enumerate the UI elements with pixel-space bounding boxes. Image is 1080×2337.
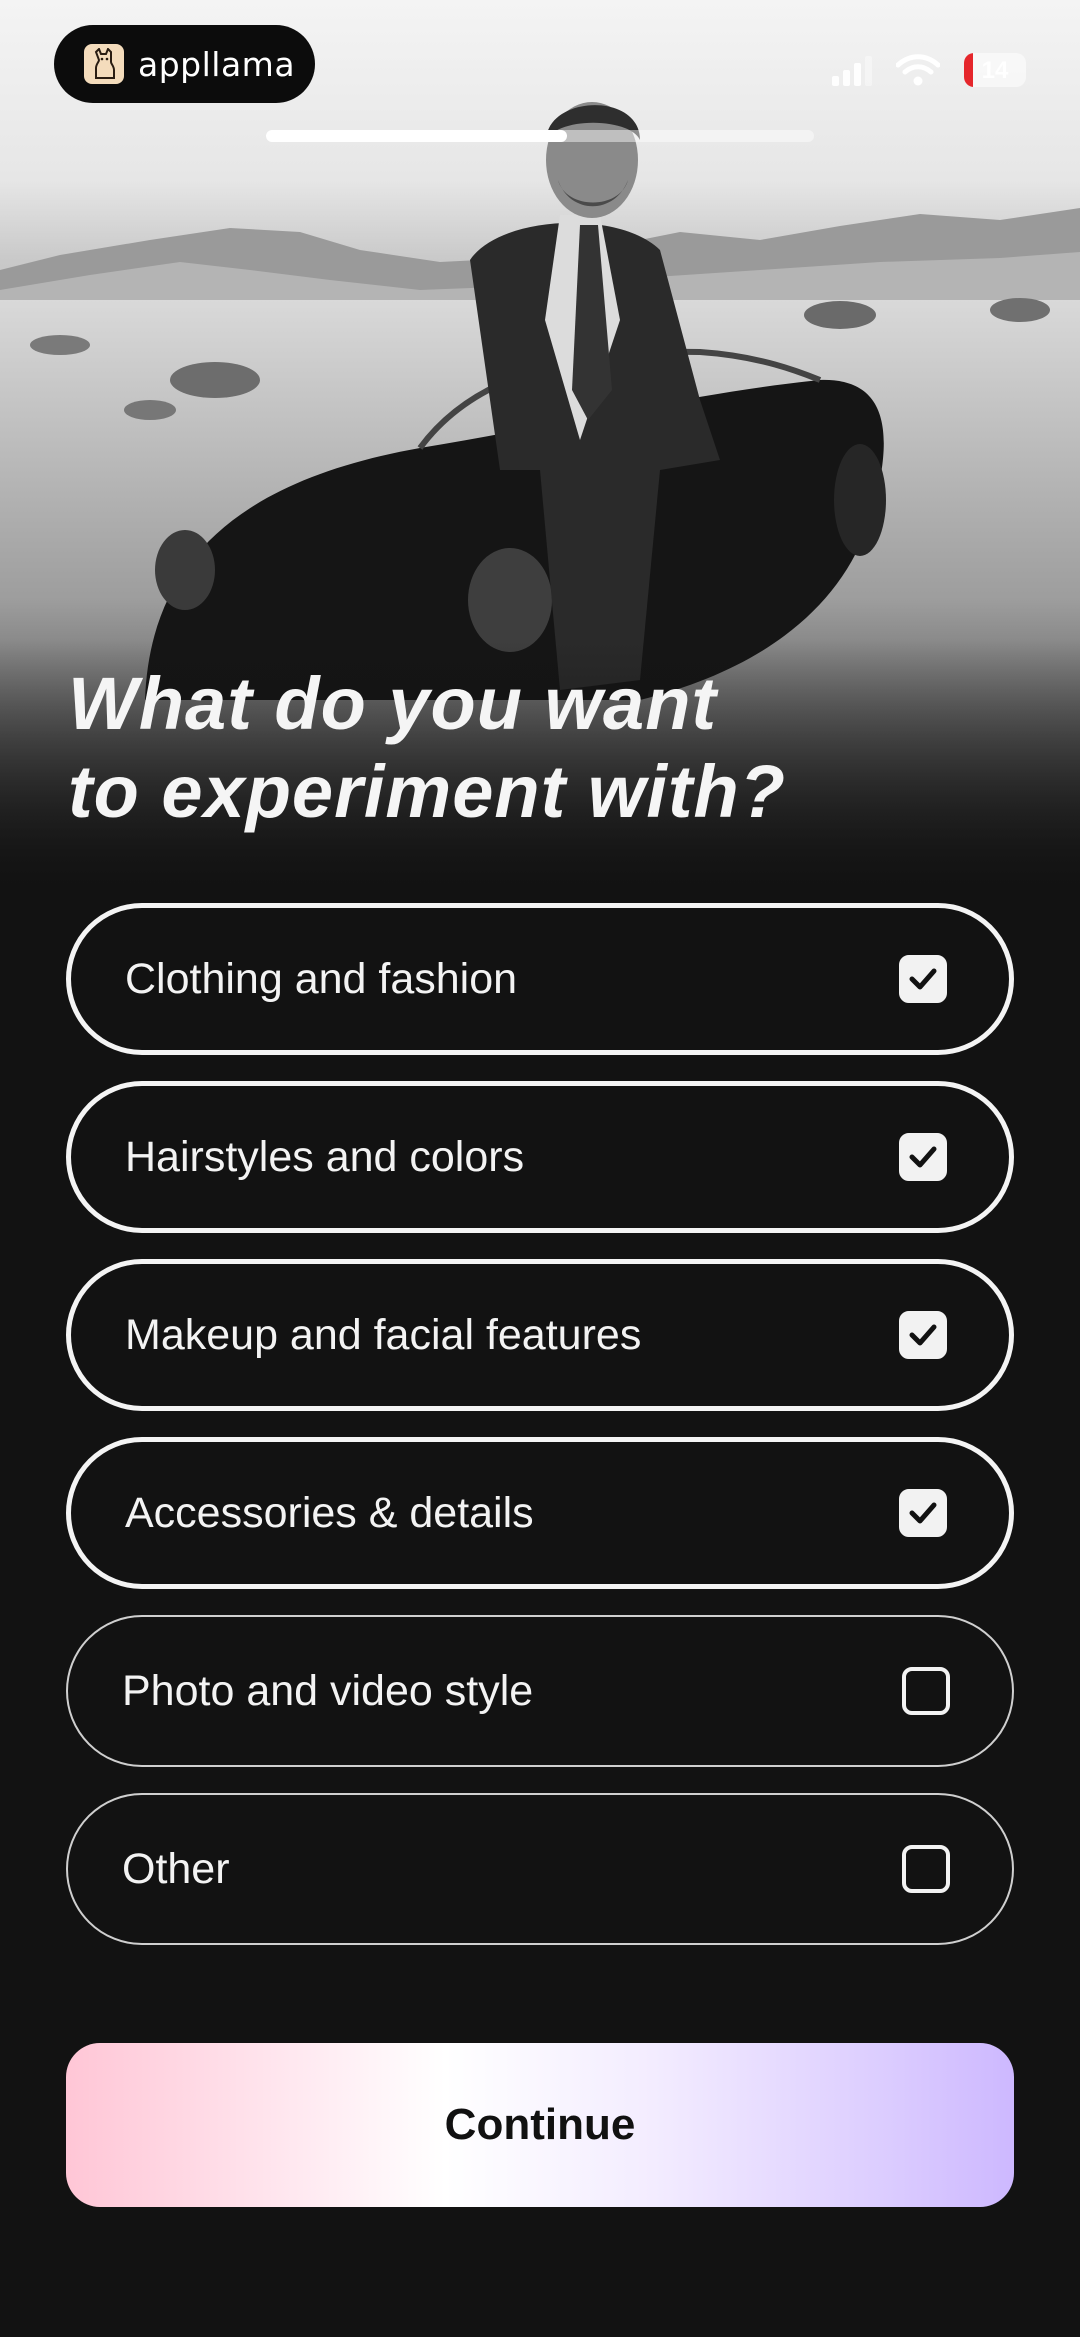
checkbox[interactable] [899,1489,947,1537]
continue-button[interactable]: Continue [66,2043,1014,2207]
checkbox[interactable] [902,1667,950,1715]
title-line-1: What do you want [68,662,718,745]
checkbox[interactable] [902,1845,950,1893]
checkmark-icon [909,1146,937,1168]
option-makeup-and-facial-features[interactable]: Makeup and facial features [66,1259,1014,1411]
option-label: Photo and video style [122,1666,534,1715]
option-hairstyles-and-colors[interactable]: Hairstyles and colors [66,1081,1014,1233]
option-accessories-and-details[interactable]: Accessories & details [66,1437,1014,1589]
options-list: Clothing and fashion Hairstyles and colo… [66,903,1014,1971]
app-name: appllama [138,44,296,84]
continue-label: Continue [444,2100,636,2149]
system-status: 14 [832,50,1026,90]
option-photo-and-video-style[interactable]: Photo and video style [66,1615,1014,1767]
onboarding-progress [266,130,814,142]
checkmark-icon [909,968,937,990]
option-label: Makeup and facial features [125,1310,642,1359]
option-label: Clothing and fashion [125,954,518,1003]
cellular-signal-icon [832,54,872,86]
option-clothing-and-fashion[interactable]: Clothing and fashion [66,903,1014,1055]
option-label: Other [122,1844,230,1893]
progress-fill [266,130,568,142]
battery-level: 14 [981,57,1009,84]
llama-logo-icon [84,44,124,84]
option-label: Hairstyles and colors [125,1132,525,1181]
checkbox[interactable] [899,955,947,1003]
checkbox[interactable] [899,1133,947,1181]
wifi-icon [896,54,940,86]
page-title: What do you want to experiment with? [68,660,968,836]
option-label: Accessories & details [125,1488,534,1537]
checkmark-icon [909,1324,937,1346]
option-other[interactable]: Other [66,1793,1014,1945]
checkmark-icon [909,1502,937,1524]
checkbox[interactable] [899,1311,947,1359]
battery-icon: 14 [964,53,1026,87]
app-badge[interactable]: appllama [54,25,315,103]
title-line-2: to experiment with? [68,750,786,833]
